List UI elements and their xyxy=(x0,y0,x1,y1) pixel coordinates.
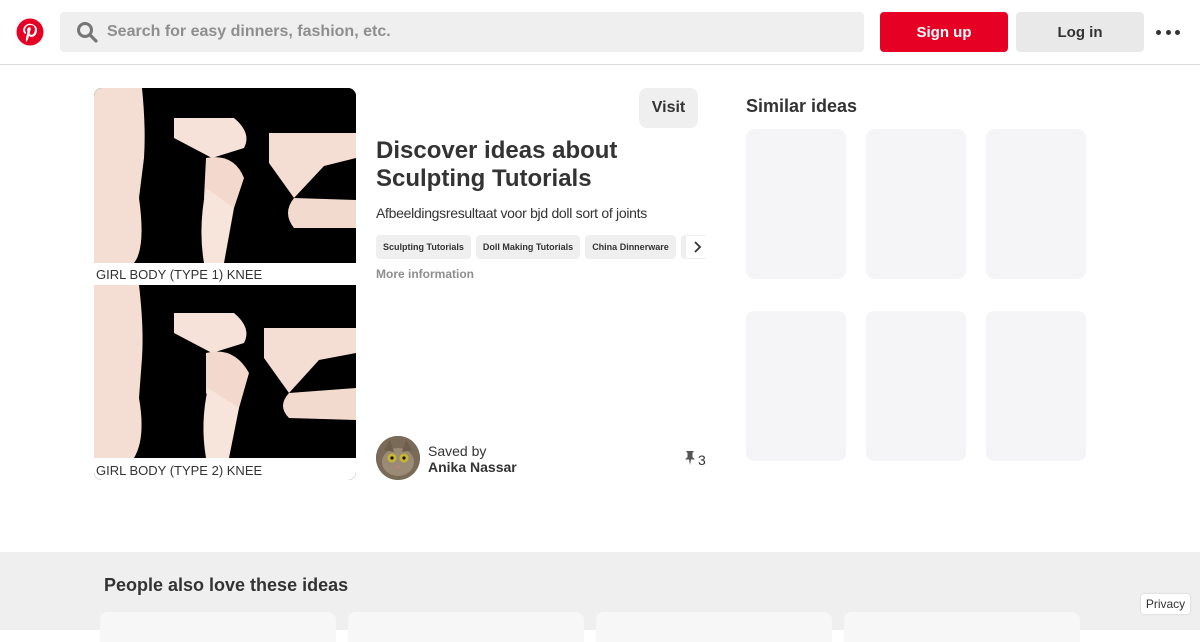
more-information-link[interactable]: More information xyxy=(376,267,474,281)
saved-by-label: Saved by xyxy=(428,443,487,459)
search-icon xyxy=(76,21,98,43)
pinterest-logo-icon[interactable] xyxy=(16,18,44,46)
pin-title: Discover ideas about Sculpting Tutorials xyxy=(376,137,618,192)
image-caption-2: GIRL BODY (TYPE 2) KNEE xyxy=(96,463,262,478)
similar-idea-card[interactable] xyxy=(746,129,846,279)
tag-chip[interactable]: China Dinnerware xyxy=(585,235,676,259)
visit-button[interactable]: Visit xyxy=(639,88,698,128)
pin-count-value: 3 xyxy=(698,451,706,468)
idea-card[interactable] xyxy=(348,612,584,642)
signup-button[interactable]: Sign up xyxy=(880,12,1008,52)
avatar[interactable] xyxy=(376,436,420,480)
people-also-love-section: People also love these ideas xyxy=(0,552,1200,642)
similar-idea-card[interactable] xyxy=(866,129,966,279)
privacy-link[interactable]: Privacy xyxy=(1141,594,1190,614)
chevron-right-icon[interactable] xyxy=(686,236,708,258)
login-button[interactable]: Log in xyxy=(1016,12,1144,52)
similar-ideas-title: Similar ideas xyxy=(746,96,858,116)
similar-idea-card[interactable] xyxy=(986,129,1086,279)
pin-count: 3 xyxy=(684,450,706,469)
tag-list: Sculpting Tutorials Doll Making Tutorial… xyxy=(376,235,706,259)
more-dots-icon[interactable] xyxy=(1156,22,1180,42)
idea-card[interactable] xyxy=(596,612,832,642)
idea-card[interactable] xyxy=(100,612,336,642)
search-bar[interactable] xyxy=(60,12,864,52)
image-caption-1: GIRL BODY (TYPE 1) KNEE xyxy=(96,267,262,282)
people-also-love-title: People also love these ideas xyxy=(104,575,349,595)
similar-idea-card[interactable] xyxy=(746,311,846,461)
similar-idea-card[interactable] xyxy=(986,311,1086,461)
top-header: Sign up Log in xyxy=(0,0,1200,65)
saver-name[interactable]: Anika Nassar xyxy=(428,459,517,475)
tag-chip[interactable]: Sculpting Tutorials xyxy=(376,235,471,259)
pin-description: Afbeeldingsresultaat voor bjd doll sort … xyxy=(376,205,647,221)
idea-card[interactable] xyxy=(844,612,1080,642)
similar-idea-card[interactable] xyxy=(866,311,966,461)
search-input[interactable] xyxy=(107,23,847,41)
pin-image[interactable]: GIRL BODY (TYPE 1) KNEE GIRL BODY (TYPE … xyxy=(94,88,356,480)
pushpin-icon xyxy=(684,450,696,469)
tag-chip[interactable]: Doll Making Tutorials xyxy=(475,235,581,259)
